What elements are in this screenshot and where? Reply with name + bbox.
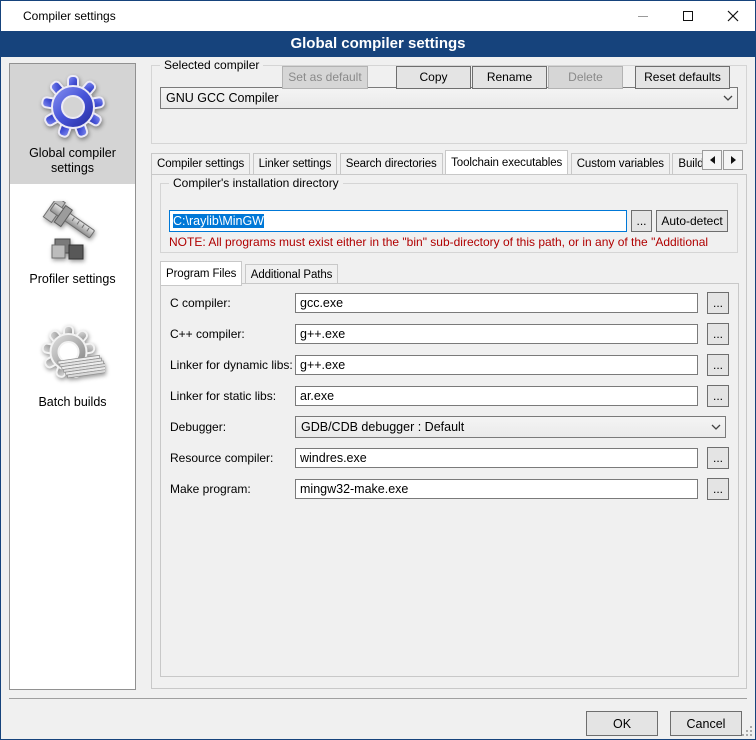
footer-divider — [9, 698, 747, 699]
copy-button[interactable]: Copy — [396, 66, 471, 89]
sidebar-item-label: Profiler settings — [10, 270, 135, 295]
tab-scroll-right-icon — [731, 156, 736, 164]
sidebar-item-label: Global compiler settings — [10, 144, 135, 184]
cancel-button[interactable]: Cancel — [670, 711, 742, 736]
tab-scroll-controls — [701, 150, 743, 170]
tab-program-files[interactable]: Program Files — [160, 261, 242, 286]
minimize-button[interactable] — [620, 1, 665, 31]
make-program-row: Make program: ... — [161, 478, 738, 500]
minimize-icon — [638, 16, 648, 17]
tab-scroll-left-button[interactable] — [702, 150, 722, 170]
sidebar-item-global-compiler-settings[interactable]: Global compiler settings — [10, 64, 135, 184]
resource-compiler-row: Resource compiler: ... — [161, 447, 738, 469]
settings-category-list: Global compiler settings — [9, 63, 136, 690]
static-linker-label: Linker for static libs: — [170, 385, 276, 407]
gray-gear-stack-icon — [10, 319, 135, 393]
cpp-compiler-label: C++ compiler: — [170, 323, 245, 345]
installation-directory-group-label: Compiler's installation directory — [169, 176, 343, 190]
compiler-select[interactable]: GNU GCC Compiler — [160, 87, 738, 109]
close-icon — [727, 10, 739, 22]
tab-custom-variables[interactable]: Custom variables — [571, 153, 670, 175]
rename-button[interactable]: Rename — [472, 66, 547, 89]
selected-compiler-group-label: Selected compiler — [160, 58, 263, 72]
debugger-select[interactable]: GDB/CDB debugger : Default — [295, 416, 726, 438]
tab-scroll-right-button[interactable] — [723, 150, 743, 170]
resource-compiler-label: Resource compiler: — [170, 447, 273, 469]
cpp-compiler-input[interactable] — [295, 324, 698, 344]
chevron-down-icon — [707, 424, 725, 430]
ok-button[interactable]: OK — [586, 711, 658, 736]
compiler-select-value: GNU GCC Compiler — [161, 91, 719, 105]
installation-directory-group: Compiler's installation directory C:\ray… — [160, 183, 738, 253]
tab-scroll-left-icon — [710, 156, 715, 164]
install-dir-input[interactable]: C:\raylib\MinGW — [169, 210, 627, 232]
resize-grip[interactable] — [742, 726, 752, 736]
resource-compiler-browse-button[interactable]: ... — [707, 447, 729, 469]
make-program-label: Make program: — [170, 478, 251, 500]
c-compiler-input[interactable] — [295, 293, 698, 313]
make-program-input[interactable] — [295, 479, 698, 499]
dynamic-linker-browse-button[interactable]: ... — [707, 354, 729, 376]
install-dir-browse-button[interactable]: ... — [631, 210, 652, 232]
selected-compiler-group: Selected compiler GNU GCC Compiler Set a… — [151, 65, 747, 144]
tab-search-directories[interactable]: Search directories — [340, 153, 443, 175]
dynamic-linker-input[interactable] — [295, 355, 698, 375]
maximize-button[interactable] — [665, 1, 710, 31]
make-program-browse-button[interactable]: ... — [707, 478, 729, 500]
c-compiler-label: C compiler: — [170, 292, 231, 314]
reset-defaults-button[interactable]: Reset defaults — [635, 66, 730, 89]
dynamic-linker-row: Linker for dynamic libs: ... — [161, 354, 738, 376]
maximize-icon — [683, 11, 693, 21]
static-linker-browse-button[interactable]: ... — [707, 385, 729, 407]
install-dir-selected-text: C:\raylib\MinGW — [173, 214, 264, 228]
c-compiler-row: C compiler: ... — [161, 292, 738, 314]
compiler-settings-dialog: Compiler settings Global compiler settin… — [0, 0, 756, 740]
auto-detect-button[interactable]: Auto-detect — [656, 210, 728, 232]
page-title-banner: Global compiler settings — [1, 31, 755, 57]
debugger-select-value: GDB/CDB debugger : Default — [296, 420, 707, 434]
tab-linker-settings[interactable]: Linker settings — [253, 153, 338, 175]
bin-subdirectory-note: NOTE: All programs must exist either in … — [169, 235, 735, 249]
blue-gear-icon — [10, 70, 135, 144]
tab-compiler-settings[interactable]: Compiler settings — [151, 153, 250, 175]
dynamic-linker-label: Linker for dynamic libs: — [170, 354, 293, 376]
debugger-label: Debugger: — [170, 416, 226, 438]
resource-compiler-input[interactable] — [295, 448, 698, 468]
window-title: Compiler settings — [23, 9, 116, 23]
tab-toolchain-executables[interactable]: Toolchain executables — [445, 150, 568, 175]
toolchain-executables-page: Compiler's installation directory C:\ray… — [151, 174, 747, 689]
cpp-compiler-browse-button[interactable]: ... — [707, 323, 729, 345]
title-bar: Compiler settings — [1, 1, 755, 31]
debugger-row: Debugger: GDB/CDB debugger : Default — [161, 416, 738, 438]
sidebar-item-label: Batch builds — [10, 393, 135, 418]
static-linker-row: Linker for static libs: ... — [161, 385, 738, 407]
set-as-default-button: Set as default — [282, 66, 368, 89]
caliper-icon — [10, 196, 135, 270]
window-controls — [620, 1, 755, 31]
c-compiler-browse-button[interactable]: ... — [707, 292, 729, 314]
settings-tab-strip: Compiler settings Linker settings Search… — [151, 150, 702, 175]
sidebar-item-profiler-settings[interactable]: Profiler settings — [10, 190, 135, 295]
tab-build-options[interactable]: Build options — [672, 153, 702, 175]
static-linker-input[interactable] — [295, 386, 698, 406]
close-button[interactable] — [710, 1, 755, 31]
chevron-down-icon — [719, 95, 737, 101]
cpp-compiler-row: C++ compiler: ... — [161, 323, 738, 345]
delete-button: Delete — [548, 66, 623, 89]
sidebar-item-batch-builds[interactable]: Batch builds — [10, 313, 135, 418]
program-files-page: C compiler: ... C++ compiler: ... Linker… — [160, 283, 739, 677]
